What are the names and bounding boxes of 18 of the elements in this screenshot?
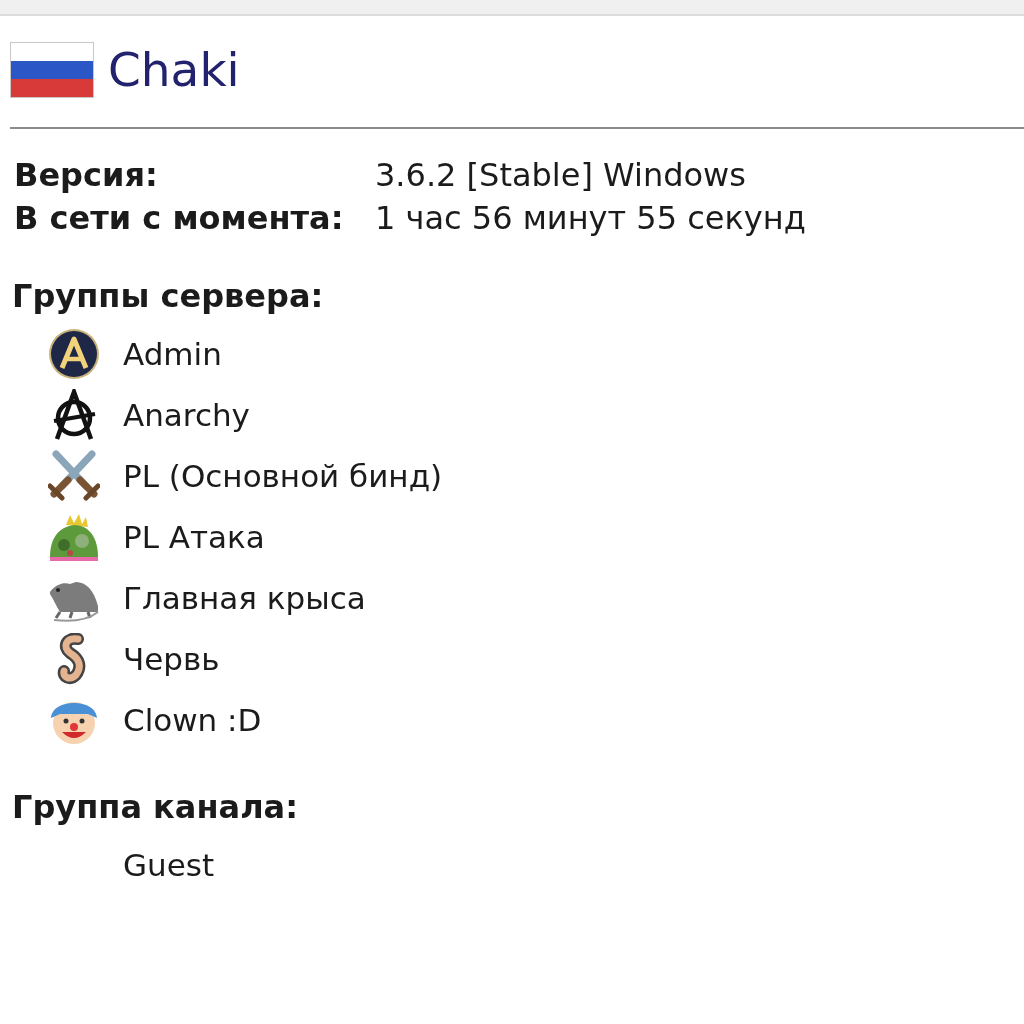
- info-label: В сети с момента:: [14, 198, 344, 239]
- info-label: Версия:: [14, 155, 158, 196]
- group-name: Guest: [123, 845, 215, 885]
- info-value: 1 час 56 минут 55 секунд: [375, 198, 806, 239]
- group-name: Admin: [123, 334, 222, 374]
- crossed-swords-icon: [47, 449, 100, 502]
- group-name: Anarchy: [123, 395, 250, 435]
- group-name: Clown :D: [123, 700, 262, 740]
- group-name: PL Атака: [123, 517, 265, 557]
- section-heading: Группы сервера:: [12, 276, 324, 317]
- letter-a-badge-icon: [47, 327, 100, 380]
- group-name: Главная крыса: [123, 578, 366, 618]
- group-name: Червь: [123, 639, 220, 679]
- flag-icon: [10, 42, 94, 98]
- group-name: PL (Основной бинд): [123, 456, 443, 496]
- info-value: 3.6.2 [Stable] Windows: [375, 155, 746, 196]
- client-nickname: Chaki: [108, 42, 240, 98]
- section-heading: Группа канала:: [12, 787, 298, 828]
